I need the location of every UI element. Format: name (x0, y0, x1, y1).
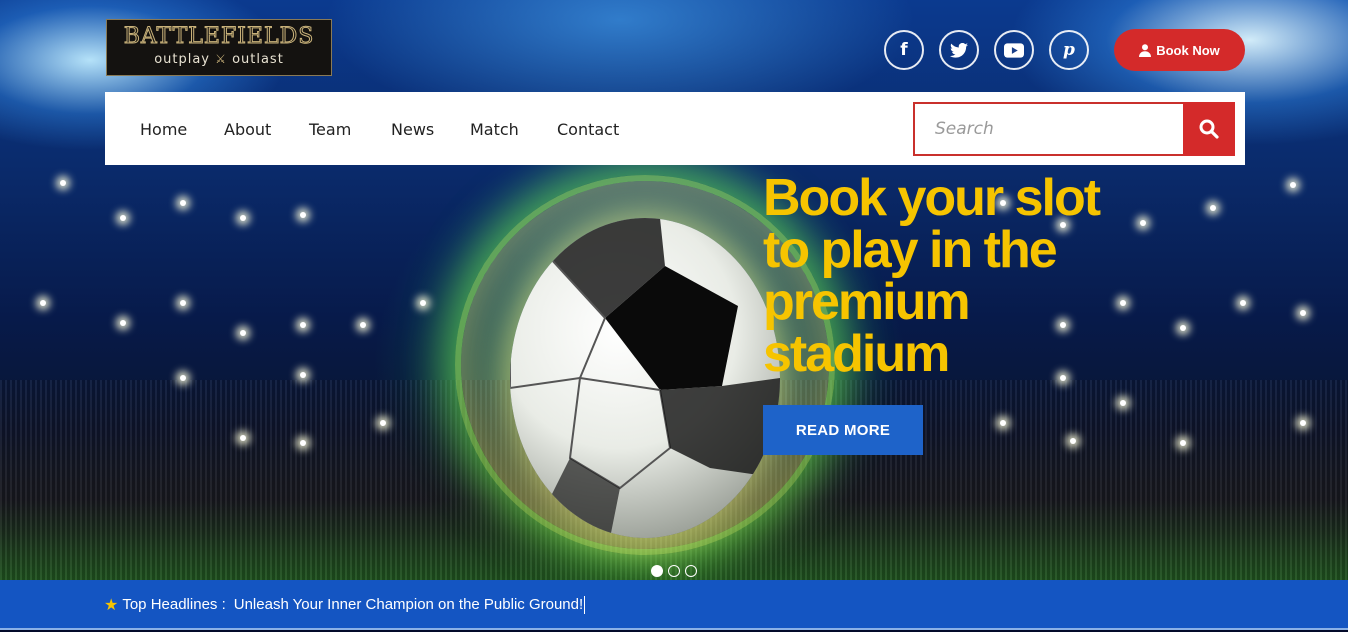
slider-dots (651, 565, 697, 577)
nav-item-team[interactable]: Team (309, 120, 351, 139)
ticker-text[interactable]: Unleash Your Inner Champion on the Publi… (234, 596, 583, 613)
search-field (913, 102, 1184, 156)
user-icon (1139, 43, 1152, 57)
book-now-button[interactable]: Book Now (1114, 29, 1245, 71)
facebook-icon[interactable]: f (884, 30, 924, 70)
crossed-swords-icon: ⚔ (215, 52, 227, 66)
soccer-ball-panels (510, 218, 780, 538)
nav-item-match[interactable]: Match (470, 120, 519, 139)
search-button[interactable] (1183, 102, 1235, 156)
nav-item-home[interactable]: Home (140, 120, 187, 139)
logo-title: BATTLEFIELDS (123, 24, 315, 50)
logo-tagline-left: outplay (154, 52, 211, 67)
headline-ticker: ★ Top Headlines : Unleash Your Inner Cha… (0, 580, 1348, 630)
nav-item-contact[interactable]: Contact (557, 120, 619, 139)
logo-tagline-right: outlast (232, 52, 284, 67)
hero-headline-line-2: to play in the (763, 221, 1058, 279)
slider-dot-2[interactable] (668, 565, 680, 577)
pinterest-icon[interactable]: p (1049, 30, 1089, 70)
search-icon (1199, 119, 1219, 139)
twitter-icon[interactable] (939, 30, 979, 70)
youtube-icon[interactable] (994, 30, 1034, 70)
read-more-button[interactable]: READ MORE (763, 405, 923, 455)
main-navbar: Home About Team News Match Contact (105, 92, 1245, 165)
hero-headline: Book your slot to play in the premium st… (763, 172, 1203, 380)
ticker-label: Top Headlines : (122, 596, 226, 613)
slider-dot-3[interactable] (685, 565, 697, 577)
ticker-content: ★ Top Headlines : Unleash Your Inner Cha… (104, 595, 586, 614)
book-now-label: Book Now (1156, 42, 1220, 58)
hero-headline-line-3: premium (763, 273, 971, 331)
slider-dot-1[interactable] (651, 565, 663, 577)
hero-headline-line-1: Book your slot (763, 169, 1101, 227)
nav-item-about[interactable]: About (224, 120, 271, 139)
search-input[interactable] (915, 104, 1184, 154)
nav-item-news[interactable]: News (391, 120, 434, 139)
logo-tagline: outplay ⚔ outlast (107, 50, 331, 69)
star-icon: ★ (104, 595, 119, 614)
site-logo[interactable]: BATTLEFIELDS outplay ⚔ outlast (106, 19, 332, 76)
text-cursor (584, 595, 586, 614)
hero-headline-line-4: stadium (763, 325, 950, 383)
soccer-ball-image (510, 218, 780, 538)
